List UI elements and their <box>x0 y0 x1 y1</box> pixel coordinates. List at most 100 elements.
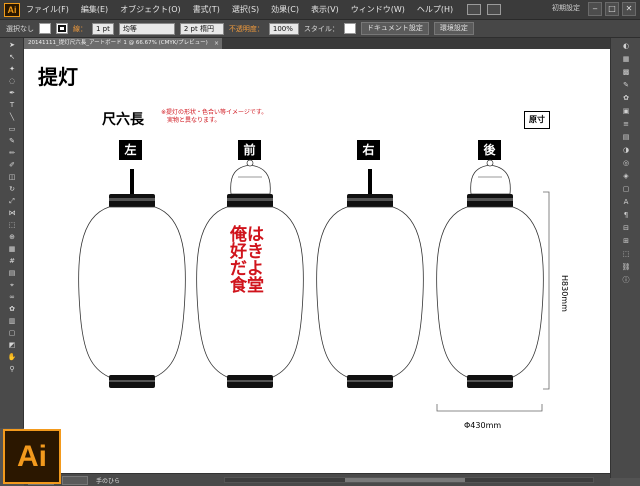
swatches-panel-icon[interactable]: ▩ <box>617 67 635 77</box>
workspace-switcher[interactable]: 初期設定 <box>552 3 580 13</box>
menu-object[interactable]: オブジェクト(O) <box>114 0 187 20</box>
menu-file[interactable]: ファイル(F) <box>20 0 75 20</box>
gradient-panel-icon[interactable]: ▤ <box>617 132 635 142</box>
document-settings-button[interactable]: ドキュメント設定 <box>360 22 429 35</box>
minimize-button[interactable]: ‒ <box>588 2 602 16</box>
type-tool-icon[interactable]: T <box>5 100 19 110</box>
brush-definition[interactable]: 2 pt 楕円 <box>179 22 224 35</box>
lasso-tool-icon[interactable]: ◌ <box>5 76 19 86</box>
direct-selection-tool-icon[interactable]: ↖ <box>5 52 19 62</box>
symbols-panel-icon[interactable]: ✿ <box>617 93 635 103</box>
align-panel-icon[interactable]: ⊟ <box>617 223 635 233</box>
document-tab-title: 20141111_提灯尺六長_アートボード 1 @ 66.67% (CMYK/プ… <box>28 40 208 46</box>
pencil-tool-icon[interactable]: ✏ <box>5 148 19 158</box>
appearance-panel-icon[interactable]: ◎ <box>617 158 635 168</box>
stroke-label[interactable]: 線： <box>73 24 87 34</box>
transparency-panel-icon[interactable]: ◑ <box>617 145 635 155</box>
paragraph-panel-icon[interactable]: ¶ <box>617 210 635 220</box>
slice-tool-icon[interactable]: ◩ <box>5 340 19 350</box>
transform-panel-icon[interactable]: ⬚ <box>617 249 635 259</box>
width-dimension-line <box>436 404 543 412</box>
graphic-styles-icon[interactable]: ▣ <box>617 106 635 116</box>
line-tool-icon[interactable]: ╲ <box>5 112 19 122</box>
pathfinder-panel-icon[interactable]: ⊞ <box>617 236 635 246</box>
menu-window[interactable]: ウィンドウ(W) <box>345 0 411 20</box>
fill-swatch[interactable] <box>39 23 51 34</box>
artboard-tool-icon[interactable]: ▢ <box>5 328 19 338</box>
rectangle-tool-icon[interactable]: ▭ <box>5 124 19 134</box>
artboard-canvas[interactable]: 提灯 尺六長 ※提灯の形状・色合い等イメージです。 実物と異なります。 原寸 左… <box>24 49 610 473</box>
illustrator-window: Ai ファイル(F) 編集(E) オブジェクト(O) 書式(T) 選択(S) 効… <box>0 0 640 486</box>
height-dimension-label: H830mm <box>560 275 569 312</box>
artboard-navigation-field[interactable] <box>62 475 88 485</box>
style-label: スタイル： <box>303 24 339 33</box>
color-guide-icon[interactable]: ▦ <box>617 54 635 64</box>
menu-help[interactable]: ヘルプ(H) <box>411 0 459 20</box>
close-tab-icon[interactable]: × <box>214 38 219 49</box>
symbol-sprayer-tool-icon[interactable]: ✿ <box>5 304 19 314</box>
illustrator-logo-icon: Ai <box>3 429 61 484</box>
tools-panel: ➤ ↖ ✦ ◌ ✒ T ╲ ▭ ✎ ✏ ✐ ◫ ↻ ⤢ ⋈ ⬚ ⊕ ▦ # ▤ … <box>0 38 24 428</box>
scale-tool-icon[interactable]: ⤢ <box>5 196 19 206</box>
close-button[interactable]: ✕ <box>622 2 636 16</box>
width-dimension-label: Φ430mm <box>464 421 502 430</box>
magic-wand-tool-icon[interactable]: ✦ <box>5 64 19 74</box>
menu-view[interactable]: 表示(V) <box>305 0 345 20</box>
brushes-panel-icon[interactable]: ✎ <box>617 80 635 90</box>
stroke-panel-icon[interactable]: ≡ <box>617 119 635 129</box>
bridge-icon[interactable] <box>467 4 482 15</box>
blob-brush-tool-icon[interactable]: ✐ <box>5 160 19 170</box>
opacity-field[interactable]: 100% <box>268 22 299 35</box>
column-graph-tool-icon[interactable]: ▥ <box>5 316 19 326</box>
shape-builder-tool-icon[interactable]: ⊕ <box>5 232 19 242</box>
character-panel-icon[interactable]: A <box>617 197 635 207</box>
hand-tool-icon[interactable]: ✋ <box>5 352 19 362</box>
lantern-right <box>316 169 424 388</box>
mesh-tool-icon[interactable]: # <box>5 256 19 266</box>
free-transform-tool-icon[interactable]: ⬚ <box>5 220 19 230</box>
menu-edit[interactable]: 編集(E) <box>75 0 114 20</box>
current-tool-label: 手のひら <box>96 477 121 485</box>
blend-tool-icon[interactable]: ∞ <box>5 292 19 302</box>
graphic-style-swatch[interactable] <box>343 23 356 34</box>
pen-tool-icon[interactable]: ✒ <box>5 88 19 98</box>
menu-select[interactable]: 選択(S) <box>226 0 265 20</box>
arrange-documents-icon[interactable] <box>487 4 502 15</box>
lantern-front-text: 俺は好きだよ食堂 <box>230 225 264 296</box>
opacity-label[interactable]: 不透明度： <box>229 24 264 34</box>
links-panel-icon[interactable]: ⛓ <box>617 262 635 272</box>
selection-status: 選択なし <box>6 24 34 33</box>
document-tab-strip: 20141111_提灯尺六長_アートボード 1 @ 66.67% (CMYK/プ… <box>24 38 610 49</box>
window-controls: ‒ □ ✕ <box>588 2 636 16</box>
zoom-tool-icon[interactable]: ⚲ <box>5 364 19 374</box>
eyedropper-tool-icon[interactable]: ⌖ <box>5 280 19 290</box>
status-bar: 手のひら <box>24 473 610 486</box>
variable-width-profile[interactable]: 均等 <box>118 22 175 35</box>
paintbrush-tool-icon[interactable]: ✎ <box>5 136 19 146</box>
menu-effect[interactable]: 効果(C) <box>265 0 305 20</box>
color-panel-icon[interactable]: ◐ <box>617 41 635 51</box>
info-panel-icon[interactable]: ⓘ <box>617 275 635 285</box>
document-tab[interactable]: 20141111_提灯尺六長_アートボード 1 @ 66.67% (CMYK/プ… <box>24 38 222 49</box>
scrollbar-thumb[interactable] <box>345 478 465 482</box>
horizontal-scrollbar[interactable] <box>224 477 594 483</box>
rotate-tool-icon[interactable]: ↻ <box>5 184 19 194</box>
selection-tool-icon[interactable]: ➤ <box>5 40 19 50</box>
menu-type[interactable]: 書式(T) <box>187 0 226 20</box>
artboards-panel-icon[interactable]: ▢ <box>617 184 635 194</box>
preferences-button[interactable]: 環境設定 <box>433 22 474 35</box>
stroke-swatch[interactable] <box>56 23 68 34</box>
eraser-tool-icon[interactable]: ◫ <box>5 172 19 182</box>
maximize-button[interactable]: □ <box>605 2 619 16</box>
lantern-left <box>78 169 186 388</box>
gradient-tool-icon[interactable]: ▤ <box>5 268 19 278</box>
stroke-weight-field[interactable]: 1 pt <box>92 22 114 35</box>
menu-bar: Ai ファイル(F) 編集(E) オブジェクト(O) 書式(T) 選択(S) 効… <box>0 0 640 20</box>
control-bar: 選択なし 線： 1 pt 均等 2 pt 楕円 不透明度： 100% スタイル：… <box>0 20 640 38</box>
width-tool-icon[interactable]: ⋈ <box>5 208 19 218</box>
right-panel-dock: ◐ ▦ ▩ ✎ ✿ ▣ ≡ ▤ ◑ ◎ ◈ ▢ A ¶ ⊟ ⊞ ⬚ ⛓ ⓘ <box>610 38 640 478</box>
layers-panel-icon[interactable]: ◈ <box>617 171 635 181</box>
lantern-drawings <box>78 159 550 412</box>
perspective-grid-tool-icon[interactable]: ▦ <box>5 244 19 254</box>
height-dimension-line <box>543 191 550 390</box>
